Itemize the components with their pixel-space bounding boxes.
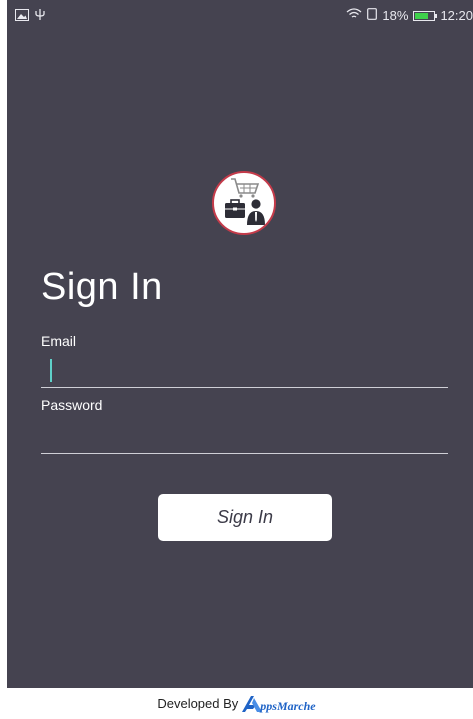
battery-percent: 18% (382, 8, 409, 23)
wifi-icon (346, 8, 362, 23)
device-screen: 18% 12:20 Sign In Email Password Sign In… (0, 0, 473, 719)
clock-time: 12:20 (440, 8, 473, 23)
brand-name: ppsMarche (260, 699, 316, 713)
usb-icon (35, 8, 45, 24)
sim-icon (367, 8, 378, 23)
battery-fill (415, 12, 429, 19)
image-icon (15, 8, 29, 24)
status-bar: 18% 12:20 (7, 0, 473, 32)
text-cursor (50, 359, 52, 382)
page-title: Sign In (41, 266, 163, 308)
appsmarche-brand[interactable]: ppsMarche (241, 693, 316, 714)
sign-in-button[interactable]: Sign In (158, 494, 332, 541)
footer: Developed By ppsMarche (0, 688, 473, 719)
app-logo (212, 171, 276, 235)
email-field[interactable] (41, 358, 448, 388)
developed-by-text: Developed By (157, 696, 239, 711)
password-label: Password (41, 397, 103, 413)
status-bar-right: 18% 12:20 (346, 8, 473, 23)
status-bar-left (15, 8, 45, 24)
shopping-cart-briefcase-person-icon (225, 178, 265, 225)
password-field[interactable] (41, 424, 448, 454)
sign-in-screen: 18% 12:20 Sign In Email Password Sign In (7, 0, 473, 688)
email-label: Email (41, 333, 77, 349)
battery-icon (413, 10, 438, 21)
